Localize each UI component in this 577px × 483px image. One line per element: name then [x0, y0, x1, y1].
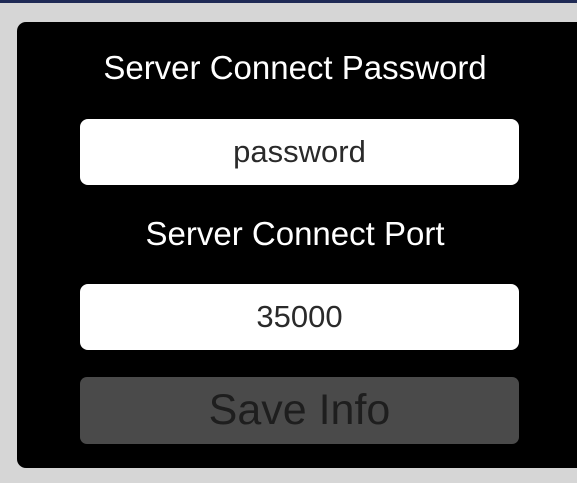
save-info-button[interactable]: Save Info — [80, 377, 519, 444]
port-label: Server Connect Port — [145, 215, 445, 252]
password-label: Server Connect Password — [103, 49, 487, 86]
password-field[interactable] — [80, 119, 519, 185]
port-field[interactable] — [80, 284, 519, 350]
server-settings-panel: Server Connect Password Server Connect P… — [17, 22, 577, 468]
window-top-border — [0, 0, 577, 3]
